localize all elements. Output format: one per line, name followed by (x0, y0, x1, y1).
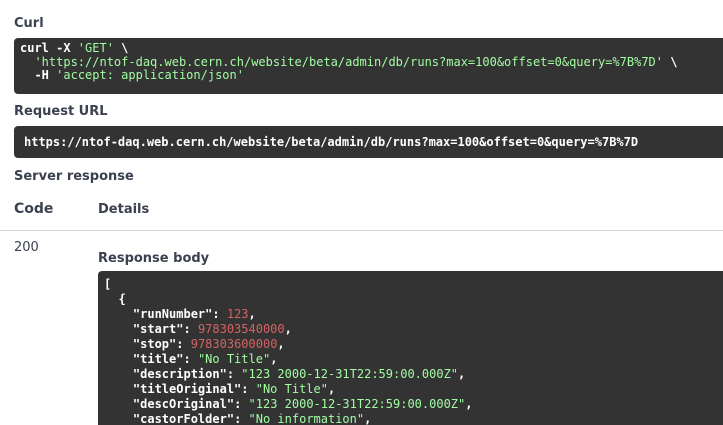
json-field: "description": "123 2000-12-31T22:59:00.… (132, 367, 466, 381)
response-body-heading: Response body (98, 251, 210, 266)
json-value: "No Title" (255, 382, 328, 396)
json-key: "castorFolder" (132, 412, 235, 425)
json-value: 978303540000 (197, 322, 285, 336)
json-key: "titleOriginal" (132, 382, 242, 396)
response-body-block[interactable]: [ { "runNumber": 123, "start": 978303540… (98, 271, 723, 425)
json-field: "start": 978303540000, (132, 322, 292, 336)
json-field: "runNumber": 123, (132, 307, 256, 321)
json-value: "No information" (248, 412, 365, 425)
json-value: 978303600000 (190, 337, 278, 351)
json-field: "castorFolder": "No information", (132, 412, 372, 425)
json-open-brace: { (118, 292, 126, 306)
request-url-block[interactable]: https://ntof-daq.web.cern.ch/website/bet… (14, 126, 723, 158)
json-open-bracket: [ (104, 277, 112, 291)
status-code: 200 (14, 240, 39, 255)
column-details-header: Details (98, 202, 150, 217)
json-key: "runNumber" (132, 307, 213, 321)
json-key: "descOriginal" (132, 397, 235, 411)
curl-url: 'https://ntof-daq.web.cern.ch/website/be… (34, 54, 663, 69)
json-value: 123 (226, 307, 249, 321)
json-field: "descOriginal": "123 2000-12-31T22:59:00… (132, 397, 473, 411)
request-url-heading: Request URL (14, 104, 108, 119)
curl-command: curl -X (20, 41, 78, 55)
json-value: "No Title" (197, 352, 271, 366)
curl-heading: Curl (14, 16, 44, 31)
curl-continuation: \ (113, 41, 129, 55)
curl-continuation: \ (663, 54, 678, 69)
json-key: "start" (132, 322, 184, 336)
server-response-heading: Server response (14, 169, 134, 184)
json-value: "123 2000-12-31T22:59:00.000Z" (241, 367, 459, 381)
json-field: "titleOriginal": "No Title", (132, 382, 336, 396)
table-divider (0, 230, 723, 231)
curl-header-flag: -H (34, 68, 57, 82)
curl-code-block[interactable]: curl -X 'GET' \ 'https://ntof-daq.web.ce… (14, 38, 723, 94)
json-key: "stop" (132, 337, 177, 351)
request-url-value: https://ntof-daq.web.cern.ch/website/bet… (24, 135, 639, 149)
json-field: "stop": 978303600000, (132, 337, 285, 351)
json-field: "title": "No Title", (132, 352, 278, 366)
json-key: "description" (132, 367, 227, 381)
curl-method: 'GET' (77, 41, 114, 55)
curl-header: 'accept: application/json' (56, 68, 244, 82)
json-value: "123 2000-12-31T22:59:00.000Z" (248, 397, 466, 411)
column-code-header: Code (14, 201, 54, 217)
json-key: "title" (132, 352, 184, 366)
